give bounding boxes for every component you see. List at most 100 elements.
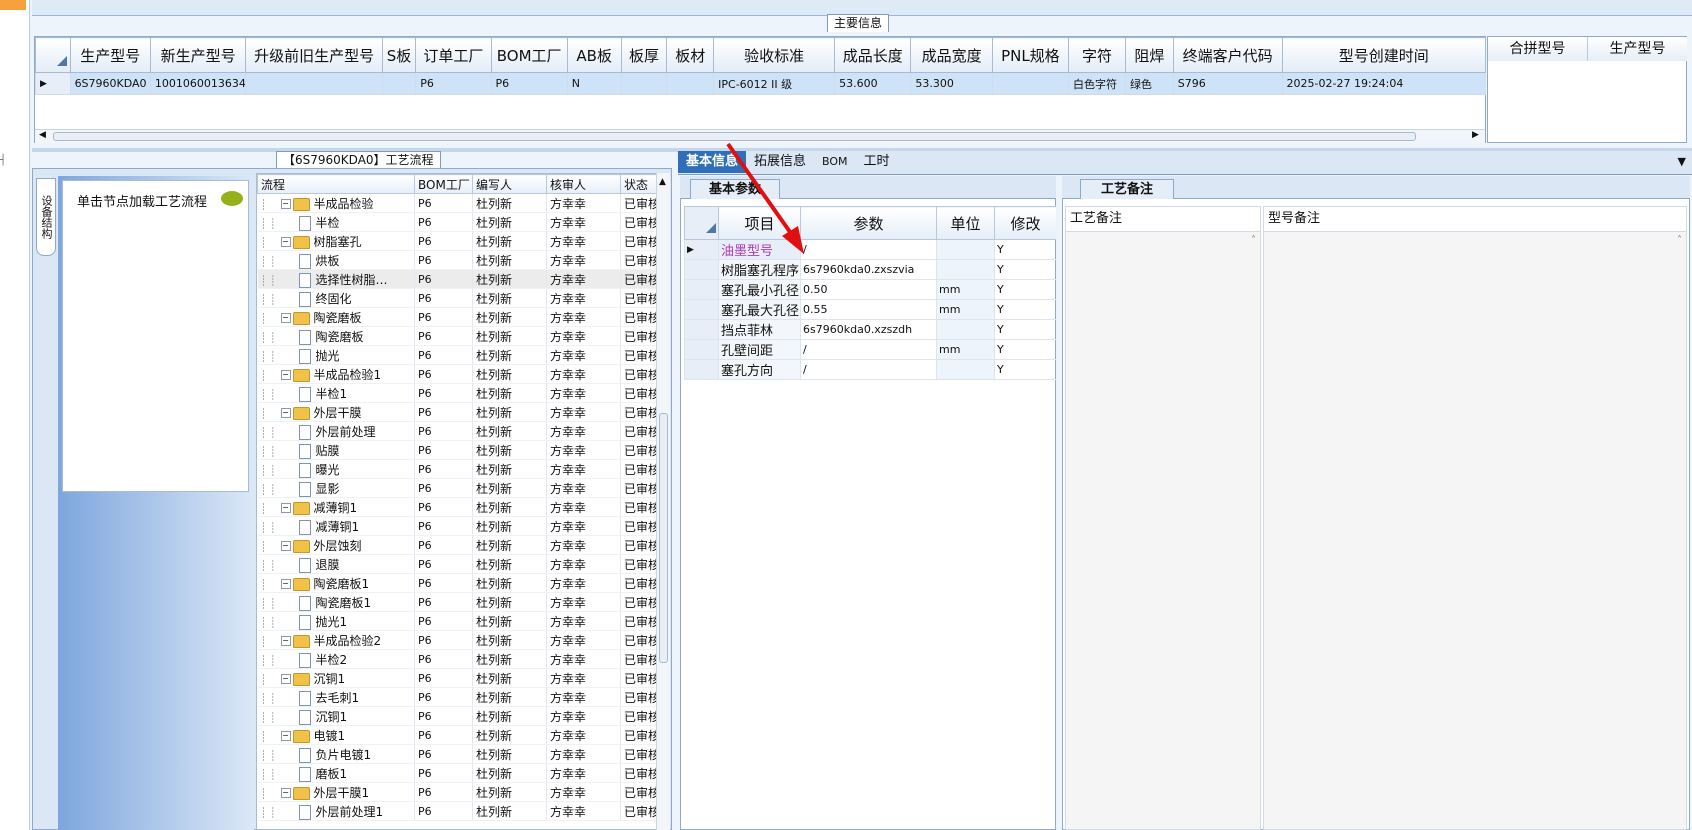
main-table-cell[interactable]: S796 [1172, 72, 1283, 95]
main-table-cell[interactable]: P6 [490, 72, 568, 95]
tree-row[interactable]: ┊ ┊ 外层前处理 P6 杜列新 方幸幸 已审核 [257, 421, 657, 441]
main-col-header[interactable]: 字符 [1068, 37, 1126, 73]
tree-row[interactable]: ┊ ┊ 负片电镀1 P6 杜列新 方幸幸 已审核 [257, 744, 657, 764]
param-row[interactable]: 挡点菲林 6s7960kda0.xzszdh Y [684, 319, 1056, 340]
main-col-header[interactable]: 订单工厂 [415, 37, 492, 73]
tree-row[interactable]: ┊ − 电镀1 P6 杜列新 方幸幸 已审核 [257, 725, 657, 745]
main-table-cell[interactable] [620, 72, 668, 95]
tree-node[interactable]: ┊ ┊ 磨板1 [257, 763, 415, 783]
tree-node[interactable]: ┊ ┊ 负片电镀1 [257, 744, 415, 764]
main-table-cell[interactable]: P6 [415, 72, 492, 95]
tree-node[interactable]: ┊ − 树脂塞孔 [257, 231, 415, 251]
tree-row[interactable]: ┊ ┊ 磨板1 P6 杜列新 方幸幸 已审核 [257, 763, 657, 783]
main-table-cell[interactable]: 10010600136340 [149, 72, 247, 95]
tree-node[interactable]: ┊ ┊ 贴膜 [257, 440, 415, 460]
tree-node[interactable]: ┊ ┊ 沉铜1 [257, 706, 415, 726]
collapse-icon[interactable]: − [280, 788, 291, 798]
param-row[interactable]: 塞孔最小孔径 0.50 mm Y [684, 279, 1056, 300]
main-table-cell[interactable] [991, 72, 1070, 95]
main-table-cell[interactable]: 白色字符 [1068, 72, 1126, 95]
main-table-cell[interactable]: 6S7960KDA0 [69, 72, 151, 95]
tree-row[interactable]: ┊ − 陶瓷磨板 P6 杜列新 方幸幸 已审核 [257, 307, 657, 327]
collapse-icon[interactable]: − [280, 503, 291, 513]
tree-row[interactable]: ┊ ┊ 减薄铜1 P6 杜列新 方幸幸 已审核 [257, 516, 657, 536]
main-table-cell[interactable]: 2025-02-27 19:24:04 [1281, 72, 1487, 95]
main-col-header[interactable]: 升级前旧生产型号 [245, 37, 383, 73]
tree-node[interactable]: ┊ ┊ 抛光1 [257, 611, 415, 631]
remarks-scroll-up-icon[interactable]: ˄ [1251, 235, 1256, 246]
tree-row[interactable]: ┊ − 半成品检验2 P6 杜列新 方幸幸 已审核 [257, 630, 657, 650]
tree-node[interactable]: ┊ ┊ 退膜 [257, 554, 415, 574]
collapse-icon[interactable]: − [280, 541, 291, 551]
param-cell-param[interactable]: 0.50 [800, 279, 937, 300]
main-table-cell[interactable]: 绿色 [1124, 72, 1174, 95]
main-col-header[interactable]: 板厚 [620, 37, 668, 73]
tree-node[interactable]: ┊ − 沉铜1 [257, 668, 415, 688]
tab-work-hours[interactable]: 工时 [856, 151, 898, 173]
collapse-icon[interactable]: − [280, 731, 291, 741]
main-table-cell[interactable]: 53.300 [910, 72, 993, 95]
scroll-left-icon[interactable]: ◀ [39, 130, 46, 140]
param-row[interactable]: 孔壁间距 / mm Y [684, 339, 1056, 360]
tree-node[interactable]: ┊ ┊ 终固化 [257, 288, 415, 308]
main-table-cell[interactable] [245, 72, 383, 95]
tree-node[interactable]: ┊ − 半成品检验2 [257, 630, 415, 650]
tree-row[interactable]: ┊ − 陶瓷磨板1 P6 杜列新 方幸幸 已审核 [257, 573, 657, 593]
tree-node[interactable]: ┊ ┊ 陶瓷磨板 [257, 326, 415, 346]
tree-node[interactable]: ┊ − 减薄铜1 [257, 497, 415, 517]
main-col-header[interactable]: 终端客户代码 [1172, 37, 1283, 73]
param-col-header[interactable]: 参数 [800, 206, 937, 240]
main-table-row[interactable]: ▶ 6S7960KDA0 10010600136340 P6 P6 N IPC-6012 I… [35, 72, 1487, 95]
main-col-header[interactable]: PNL规格 [991, 37, 1070, 73]
tree-node[interactable]: ┊ ┊ 去毛刺1 [257, 687, 415, 707]
scroll-right-icon[interactable]: ▶ [1472, 130, 1479, 140]
collapse-icon[interactable]: − [280, 408, 291, 418]
tree-node[interactable]: ┊ − 陶瓷磨板 [257, 307, 415, 327]
process-tree-vscrollbar[interactable]: ▲ [656, 173, 670, 830]
main-table-cell[interactable]: N [566, 72, 622, 95]
param-cell-param[interactable]: / [800, 339, 937, 360]
tree-node[interactable]: ┊ ┊ 显影 [257, 478, 415, 498]
param-row[interactable]: 树脂塞孔程序 6s7960kda0.zxszvia Y [684, 259, 1056, 280]
tree-row[interactable]: ┊ ┊ 外层前处理1 P6 杜列新 方幸幸 已审核 [257, 801, 657, 821]
dock-tab-marker[interactable] [0, 0, 26, 10]
main-col-header[interactable]: AB板 [566, 37, 622, 73]
tree-row[interactable]: ┊ ┊ 半检 P6 杜列新 方幸幸 已审核 [257, 212, 657, 232]
chevron-down-icon[interactable]: ▼ [1678, 155, 1686, 168]
tree-row[interactable]: ┊ − 外层干膜1 P6 杜列新 方幸幸 已审核 [257, 782, 657, 802]
main-col-header[interactable]: 板材 [666, 37, 715, 73]
main-table-cell[interactable]: 53.600 [834, 72, 912, 95]
tree-row[interactable]: ┊ − 外层干膜 P6 杜列新 方幸幸 已审核 [257, 402, 657, 422]
model-remarks-scroll-up-icon[interactable]: ˄ [1677, 235, 1682, 246]
collapse-icon[interactable]: − [280, 313, 291, 323]
tree-row[interactable]: ┊ ┊ 去毛刺1 P6 杜列新 方幸幸 已审核 [257, 687, 657, 707]
tree-node[interactable]: ┊ − 电镀1 [257, 725, 415, 745]
main-col-header[interactable]: 新生产型号 [149, 37, 247, 73]
collapse-icon[interactable]: − [280, 370, 291, 380]
tree-node[interactable]: ┊ ┊ 减薄铜1 [257, 516, 415, 536]
main-col-header[interactable]: S板 [381, 37, 417, 73]
tree-row[interactable]: ┊ ┊ 贴膜 P6 杜列新 方幸幸 已审核 [257, 440, 657, 460]
tree-row[interactable]: ┊ − 外层蚀刻 P6 杜列新 方幸幸 已审核 [257, 535, 657, 555]
tree-col-header[interactable]: 流程 [257, 174, 415, 194]
param-row[interactable]: 塞孔最大孔径 0.55 mm Y [684, 299, 1056, 320]
param-col-header[interactable]: 单位 [936, 206, 995, 240]
tree-node[interactable]: ┊ ┊ 选择性树脂… [257, 269, 415, 289]
tree-node[interactable]: ┊ ┊ 抛光 [257, 345, 415, 365]
main-col-header[interactable]: 成品宽度 [910, 37, 993, 73]
main-col-header[interactable]: 生产型号 [69, 37, 151, 73]
scroll-up-icon[interactable]: ▲ [659, 177, 666, 187]
main-col-header[interactable]: 成品长度 [834, 37, 912, 73]
param-col-header[interactable]: 修改 [994, 206, 1056, 240]
tree-col-header[interactable]: 编写人 [472, 174, 547, 194]
merge-model-col-header[interactable]: 生产型号 [1588, 37, 1687, 61]
param-cell-param[interactable]: 6s7960kda0.zxszvia [800, 259, 937, 280]
merge-col-header[interactable]: 合拼型号 [1488, 37, 1588, 61]
tree-row[interactable]: ┊ − 减薄铜1 P6 杜列新 方幸幸 已审核 [257, 497, 657, 517]
equipment-structure-side-tab[interactable]: 设备结构 [36, 178, 56, 256]
tree-node[interactable]: ┊ ┊ 曝光 [257, 459, 415, 479]
main-col-header[interactable]: 阻焊 [1124, 37, 1174, 73]
tree-row[interactable]: ┊ − 沉铜1 P6 杜列新 方幸幸 已审核 [257, 668, 657, 688]
main-table-cell[interactable] [381, 72, 417, 95]
tab-bom[interactable]: BOM [814, 151, 856, 173]
